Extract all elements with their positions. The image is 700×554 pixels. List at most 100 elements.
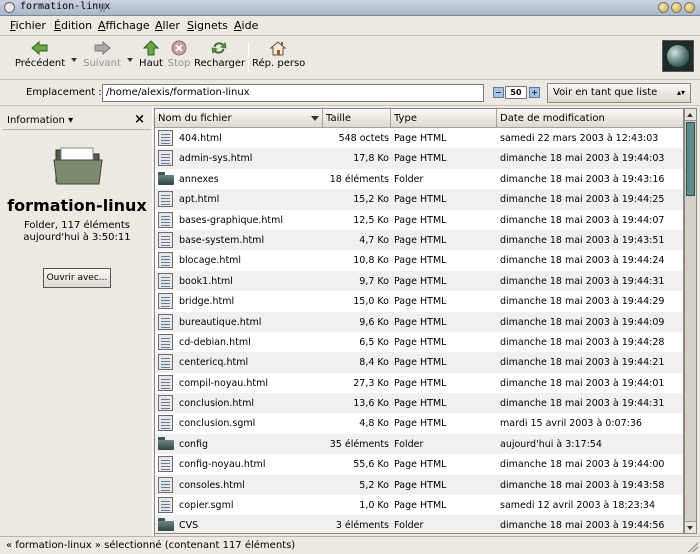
column-header-name[interactable]: Nom du fichier (155, 109, 323, 128)
file-name: annexes (179, 173, 219, 185)
open-with-button[interactable]: Ouvrir avec... (43, 268, 111, 288)
file-row[interactable]: bridge.html 15,0 Ko Page HTML dimanche 18 m… (155, 291, 683, 311)
side-pane-selector[interactable]: Information ▾ (7, 115, 73, 126)
zoom-out-button[interactable] (493, 87, 504, 98)
minimize-button[interactable] (658, 2, 669, 13)
folder-icon (158, 171, 174, 187)
back-history-dropdown[interactable] (71, 58, 77, 62)
scroll-thumb[interactable] (686, 122, 695, 196)
file-date: dimanche 18 mai 2003 à 19:44:56 (500, 520, 665, 532)
file-type: Page HTML (394, 418, 447, 430)
column-header-size[interactable]: Taille (323, 109, 391, 128)
scroll-up-button[interactable] (685, 109, 696, 121)
folder-name: formation-linux (7, 196, 147, 215)
file-row[interactable]: blocage.html 10,8 Ko Page HTML dimanche 18 … (155, 250, 683, 270)
file-date: dimanche 18 mai 2003 à 19:43:51 (500, 234, 665, 246)
back-button[interactable]: Précédent (14, 38, 66, 76)
file-size: 1,0 Ko (359, 500, 389, 512)
vertical-scrollbar[interactable] (684, 108, 697, 534)
menu-edition[interactable]: Édition (54, 19, 92, 32)
file-row[interactable]: conclusion.html 13,6 Ko Page HTML dimanche … (155, 393, 683, 414)
file-row[interactable]: compil-noyau.html 27,3 Ko Page HTML dimanch… (155, 373, 683, 393)
html-file-icon (158, 191, 174, 208)
file-row[interactable]: conclusion.sgml 4,8 Ko Page HTML mardi 15 a… (155, 413, 683, 433)
maximize-button[interactable] (671, 2, 682, 13)
file-name: admin-sys.html (179, 153, 253, 165)
location-input[interactable]: /home/alexis/formation-linux (102, 84, 484, 102)
column-header-date[interactable]: Date de modification (497, 109, 683, 128)
file-row[interactable]: config-noyau.html 55,6 Ko Page HTML dimanch… (155, 454, 683, 474)
file-name: book1.html (179, 275, 233, 287)
file-row[interactable]: consoles.html 5,2 Ko Page HTML dimanche 18 … (155, 474, 683, 496)
reload-button[interactable]: Recharger (194, 38, 245, 76)
file-name: 404.html (179, 133, 222, 144)
title-bar[interactable]: formation-linux (0, 0, 700, 16)
file-row[interactable]: config 35 éléments Folder aujourd'hui à 3:1… (155, 433, 683, 455)
file-row[interactable]: bureautique.html 9,6 Ko Page HTML dimanche … (155, 311, 683, 332)
close-window-button[interactable] (684, 2, 695, 13)
file-size: 55,6 Ko (353, 459, 389, 471)
file-row[interactable]: bases-graphique.html 12,5 Ko Page HTML dima… (155, 210, 683, 230)
toolbar: Précédent Suivant Haut Stop Recharger Ré… (0, 36, 700, 80)
file-row[interactable]: admin-sys.html 17,8 Ko Page HTML dimanche 1… (155, 148, 683, 169)
view-mode-select[interactable]: Voir en tant que liste ▴▾ (547, 83, 691, 103)
zoom-in-button[interactable] (529, 87, 540, 98)
file-name: apt.html (179, 194, 220, 206)
file-type: Folder (394, 173, 424, 185)
file-row[interactable]: copier.sgml 1,0 Ko Page HTML samedi 12 avri… (155, 495, 683, 515)
forward-arrow-icon (94, 40, 111, 56)
html-file-icon (158, 231, 174, 248)
file-size: 9,7 Ko (359, 275, 389, 287)
file-type: Page HTML (394, 459, 447, 471)
column-header-type[interactable]: Type (391, 109, 497, 128)
file-row[interactable]: apt.html 15,2 Ko Page HTML dimanche 18 mai … (155, 189, 683, 210)
zoom-level[interactable]: 50 (505, 86, 527, 99)
file-row[interactable]: cd-debian.html 6,5 Ko Page HTML dimanche 18… (155, 332, 683, 352)
file-name: bases-graphique.html (179, 214, 284, 226)
file-type: Page HTML (394, 255, 447, 267)
titlebar-grip (100, 4, 105, 12)
forward-history-dropdown[interactable] (127, 58, 133, 62)
file-row[interactable]: book1.html 9,7 Ko Page HTML dimanche 18 mai… (155, 270, 683, 292)
file-size: 5,2 Ko (359, 479, 389, 491)
stop-button[interactable]: Stop (166, 38, 192, 76)
file-date: mardi 15 avril 2003 à 0:07:36 (500, 418, 642, 430)
home-button[interactable]: Rép. perso (252, 38, 305, 76)
file-row[interactable]: centericq.html 8,4 Ko Page HTML dimanche 18… (155, 352, 683, 373)
file-type: Page HTML (394, 377, 447, 389)
html-file-icon (158, 476, 174, 493)
back-arrow-icon (31, 40, 48, 56)
file-row[interactable]: CVS 3 éléments Folder dimanche 18 mai 2003 … (155, 515, 683, 533)
file-type: Page HTML (394, 357, 447, 369)
close-side-pane-icon[interactable]: × (134, 112, 145, 127)
window-menu-icon[interactable] (4, 2, 15, 13)
forward-button[interactable]: Suivant (80, 38, 124, 76)
sort-arrow-icon (311, 116, 319, 121)
file-name: conclusion.html (179, 398, 255, 410)
menu-aide[interactable]: Aide (234, 19, 258, 32)
file-size: 15,2 Ko (353, 194, 389, 206)
file-date: dimanche 18 mai 2003 à 19:44:09 (500, 316, 665, 328)
file-type: Page HTML (394, 275, 447, 287)
menu-signets[interactable]: Signets (187, 19, 228, 32)
up-button[interactable]: Haut (138, 38, 164, 76)
file-date: dimanche 18 mai 2003 à 19:44:00 (500, 459, 665, 471)
html-file-icon (158, 293, 174, 310)
file-size: 548 octets (338, 133, 389, 144)
large-folder-icon (53, 147, 103, 185)
menu-affichage[interactable]: Affichage (98, 19, 150, 32)
file-row[interactable]: annexes 18 éléments Folder dimanche 18 mai … (155, 169, 683, 189)
file-row[interactable]: base-system.html 4,7 Ko Page HTML dimanche … (155, 229, 683, 251)
file-name: conclusion.sgml (179, 418, 256, 430)
file-rows: 404.html 548 octets Page HTML samedi 22 mar… (155, 128, 683, 533)
scroll-down-button[interactable] (685, 521, 696, 533)
menu-aller[interactable]: Aller (155, 19, 180, 32)
file-row[interactable]: 404.html 548 octets Page HTML samedi 22 mar… (155, 128, 683, 148)
menu-fichier[interactable]: Fichier (10, 19, 46, 32)
file-name: CVS (179, 520, 199, 532)
file-type: Page HTML (394, 214, 447, 226)
resize-grip-icon[interactable] (688, 542, 698, 552)
file-date: dimanche 18 mai 2003 à 19:44:31 (500, 398, 665, 410)
file-size: 4,7 Ko (359, 234, 389, 246)
html-file-icon (158, 415, 174, 432)
